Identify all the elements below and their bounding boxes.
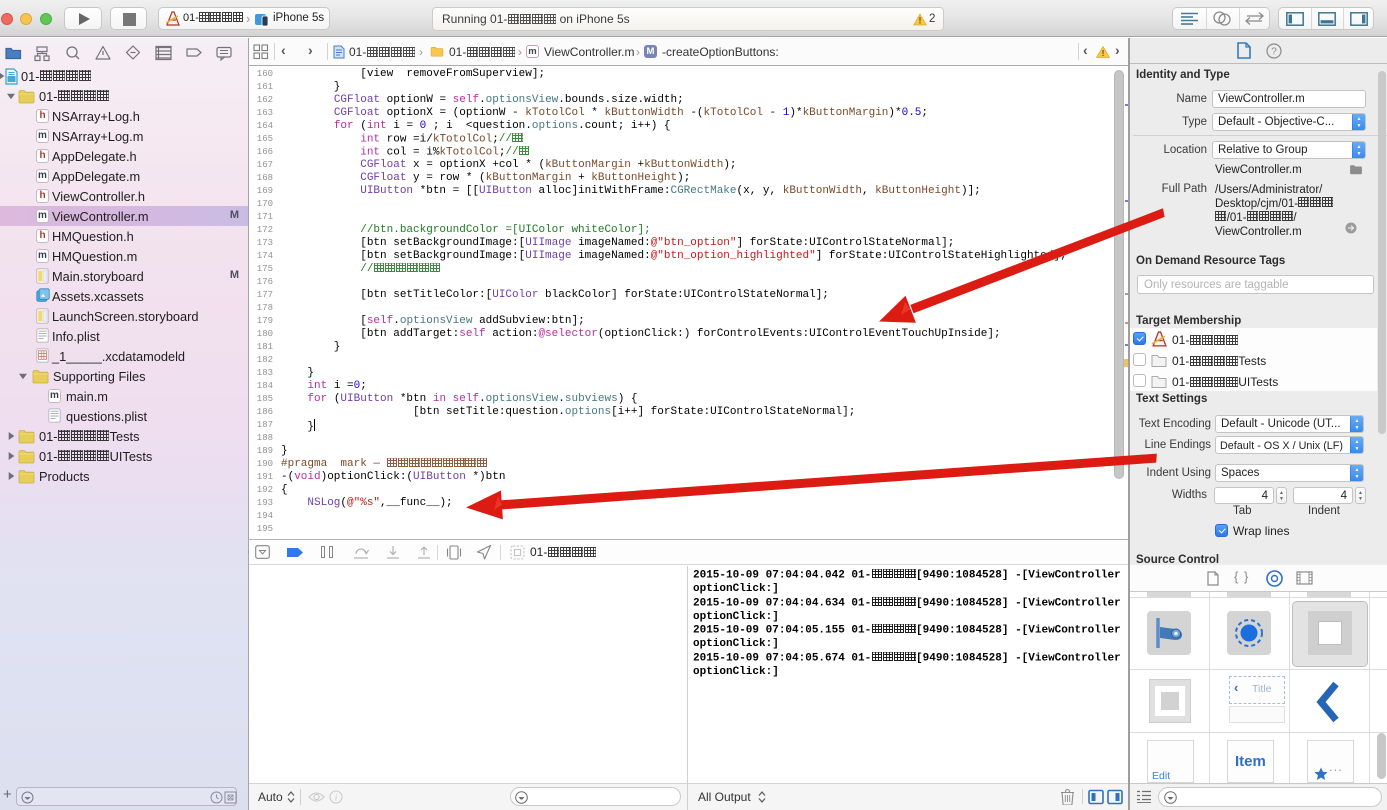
svg-text:?: ? — [1271, 47, 1277, 58]
svg-text:i: i — [335, 793, 338, 803]
svg-text:!: ! — [919, 16, 922, 26]
svg-text:!: ! — [1102, 48, 1105, 58]
